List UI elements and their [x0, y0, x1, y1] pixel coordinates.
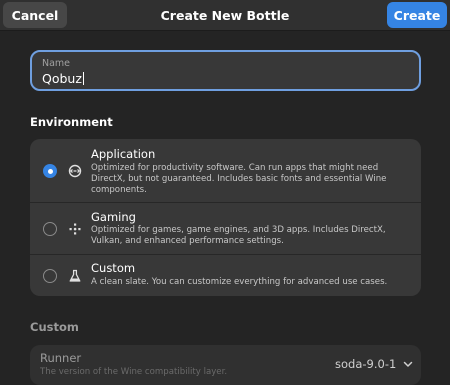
- environment-option-description: Optimized for games, game engines, and 3…: [91, 225, 386, 246]
- chevron-down-icon[interactable]: [402, 358, 414, 370]
- environment-option-label: Gaming: [91, 210, 136, 224]
- header-bar: Cancel Create New Bottle Create: [0, 0, 450, 31]
- flask-icon: [69, 269, 81, 282]
- name-field[interactable]: Name Qobuz: [30, 50, 421, 91]
- radio-custom[interactable]: [43, 269, 57, 283]
- gamepad-icon: [69, 223, 81, 235]
- radio-gaming[interactable]: [43, 222, 57, 236]
- radio-application[interactable]: [43, 164, 57, 178]
- custom-section-title: Custom: [30, 320, 79, 334]
- environment-section-title: Environment: [30, 115, 113, 129]
- environment-option-description: Optimized for productivity software. Can…: [91, 163, 387, 195]
- name-input[interactable]: Qobuz: [42, 71, 84, 86]
- environment-option-description: A clean slate. You can customize everyth…: [91, 277, 388, 287]
- environment-option-application[interactable]: Application Optimized for productivity s…: [30, 139, 421, 202]
- runner-label: Runner: [40, 351, 82, 365]
- environment-option-gaming[interactable]: Gaming Optimized for games, game engines…: [30, 202, 421, 254]
- application-icon: [68, 164, 82, 178]
- environment-option-label: Custom: [91, 261, 136, 275]
- name-input-value: Qobuz: [42, 71, 82, 86]
- create-button[interactable]: Create: [387, 2, 447, 28]
- dialog-title: Create New Bottle: [160, 7, 290, 23]
- runner-row[interactable]: Runner The version of the Wine compatibi…: [30, 345, 421, 385]
- cancel-button[interactable]: Cancel: [3, 2, 67, 28]
- text-caret: [82, 72, 84, 85]
- environment-option-custom[interactable]: Custom A clean slate. You can customize …: [30, 254, 421, 296]
- environment-option-label: Application: [91, 147, 156, 161]
- runner-dropdown[interactable]: soda-9.0-1: [335, 357, 396, 371]
- environment-list: Application Optimized for productivity s…: [30, 139, 421, 296]
- name-field-label: Name: [42, 58, 71, 69]
